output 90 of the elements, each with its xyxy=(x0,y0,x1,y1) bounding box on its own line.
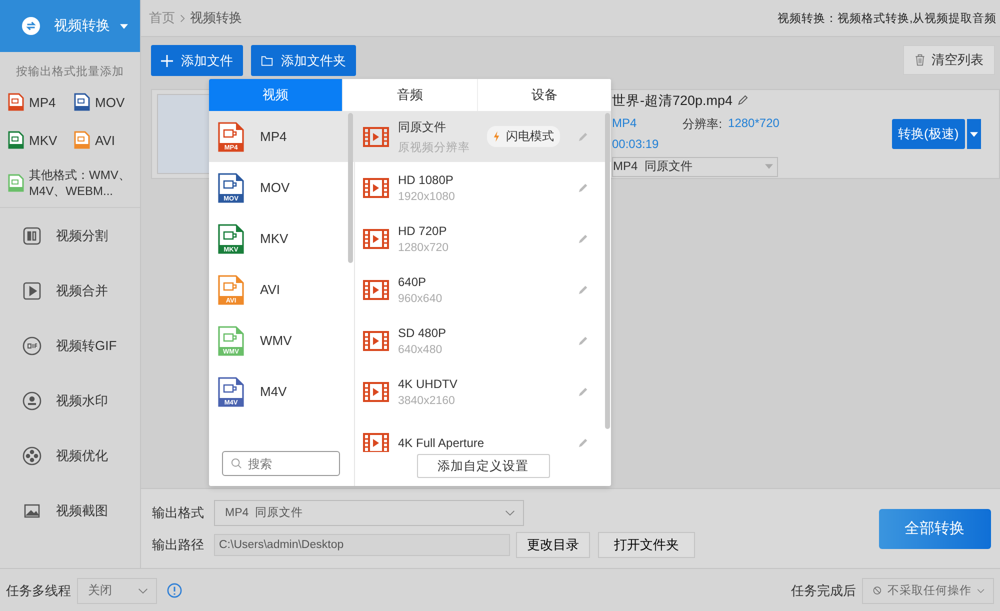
split-icon xyxy=(22,226,42,246)
caret-icon xyxy=(765,164,773,169)
tool-item[interactable]: 视频转GIF xyxy=(0,318,140,373)
format-shortcut[interactable]: MP4 xyxy=(8,93,74,111)
file-duration: 00:03:19 xyxy=(612,136,660,150)
caret-icon xyxy=(120,24,128,28)
change-directory-button[interactable]: 更改目录 xyxy=(516,532,590,558)
after-task-label: 任务完成后 xyxy=(791,582,856,600)
output-format-select[interactable]: MP4 同原文件 xyxy=(612,156,778,176)
film-icon xyxy=(363,178,389,198)
optimize-icon xyxy=(22,446,42,466)
chevron-icon xyxy=(180,14,185,22)
info-icon[interactable] xyxy=(167,583,182,598)
preset-name: 640P xyxy=(398,274,428,288)
convert-all-button[interactable]: 全部转换 xyxy=(878,508,991,548)
output-format-dropdown[interactable]: MP4 同原文件 xyxy=(214,500,524,526)
format-shortcut[interactable]: AVI xyxy=(74,131,140,149)
clear-list-button[interactable]: 清空列表 xyxy=(902,45,995,75)
preset-item[interactable]: 640P 960x640 xyxy=(355,264,611,315)
tool-item[interactable]: 视频截图 xyxy=(0,483,140,538)
preset-item[interactable]: 4K Full Aperture xyxy=(355,417,611,452)
tool-item[interactable]: 视频水印 xyxy=(0,373,140,428)
prohibited-icon xyxy=(873,585,882,596)
preset-item[interactable]: SD 480P 640x480 xyxy=(355,315,611,366)
preset-resolution: 640x480 xyxy=(398,344,444,356)
format-tab[interactable]: 音频 xyxy=(342,79,477,111)
search-icon xyxy=(231,458,242,469)
preset-name: 4K Full Aperture xyxy=(398,436,484,450)
folder-icon xyxy=(261,54,273,66)
film-icon xyxy=(363,126,389,146)
preset-name: HD 720P xyxy=(398,224,448,238)
film-icon xyxy=(363,330,389,350)
swap-icon xyxy=(22,17,40,35)
multithread-label: 任务多线程 xyxy=(6,582,71,600)
tool-item[interactable]: 视频分割 xyxy=(0,208,140,263)
breadcrumb-current: 视频转换 xyxy=(190,9,242,27)
search-field[interactable]: 搜索 xyxy=(222,451,340,476)
preset-item[interactable]: 4K UHDTV 3840x2160 xyxy=(355,366,611,417)
film-icon xyxy=(363,280,389,300)
preset-resolution: 960x640 xyxy=(398,292,442,304)
convert-button[interactable]: 转换(极速) xyxy=(892,119,965,149)
tool-item[interactable]: 视频优化 xyxy=(0,428,140,483)
multithread-dropdown[interactable]: 关闭 xyxy=(77,578,157,604)
preset-item[interactable]: 同原文件 原视频分辨率 闪电模式 xyxy=(355,111,611,162)
page-description: 视频转换：视频格式转换,从视频提取音频 xyxy=(777,11,997,26)
preset-item[interactable]: HD 1080P 1920x1080 xyxy=(355,162,611,213)
output-format-label: 输出格式 xyxy=(152,504,205,522)
file-name: 世界-超清720p.mp4 xyxy=(612,92,733,110)
preset-name: HD 1080P xyxy=(398,172,454,186)
caret-icon xyxy=(970,132,978,136)
chevron-down-icon xyxy=(977,588,985,594)
tool-item[interactable]: 视频合并 xyxy=(0,263,140,318)
gif-icon xyxy=(22,336,42,356)
output-path-label: 输出路径 xyxy=(152,536,205,554)
add-folder-button[interactable]: 添加文件夹 xyxy=(251,45,356,76)
format-tab[interactable]: 设备 xyxy=(476,79,611,111)
format-shortcut[interactable]: MOV xyxy=(74,93,140,111)
batch-hint: 按输出格式批量添加 xyxy=(15,64,125,79)
open-folder-button[interactable]: 打开文件夹 xyxy=(598,532,695,558)
film-icon xyxy=(363,228,389,248)
module-menu[interactable]: 视频转换 xyxy=(0,0,140,52)
file-resolution: 1280*720 xyxy=(728,116,780,132)
file-format: MP4 xyxy=(612,116,637,132)
preset-resolution: 1280x720 xyxy=(398,242,449,254)
other-formats[interactable]: 其他格式：WMV、M4V、WEBM... xyxy=(0,149,140,208)
preset-resolution: 原视频分辨率 xyxy=(398,140,470,154)
merge-icon xyxy=(22,280,42,300)
resolution-label: 分辨率: xyxy=(682,116,722,132)
pencil-icon[interactable] xyxy=(736,95,748,106)
add-file-button[interactable]: 添加文件 xyxy=(151,45,243,76)
after-task-dropdown[interactable]: 不采取任何操作 xyxy=(862,578,994,604)
film-icon xyxy=(363,382,389,402)
chevron-down-icon xyxy=(505,510,515,516)
flash-mode-badge: 闪电模式 xyxy=(487,126,560,147)
chevron-down-icon xyxy=(138,588,148,594)
film-icon xyxy=(363,432,389,452)
convert-options-button[interactable] xyxy=(966,119,981,149)
preset-resolution: 1920x1080 xyxy=(398,190,455,202)
preset-name: 同原文件 xyxy=(398,118,447,136)
preset-name: 4K UHDTV xyxy=(398,376,458,390)
watermark-icon xyxy=(22,390,42,410)
format-tab[interactable]: 视频 xyxy=(209,79,342,111)
plus-icon xyxy=(161,54,173,66)
preset-item[interactable]: HD 720P 1280x720 xyxy=(355,213,611,264)
preset-resolution: 3840x2160 xyxy=(398,394,456,406)
output-path-field[interactable]: C:\Users\admin\Desktop xyxy=(214,534,510,556)
format-shortcut[interactable]: MKV xyxy=(8,131,74,149)
trash-icon xyxy=(914,54,926,66)
add-custom-button[interactable]: 添加自定义设置 xyxy=(416,454,550,478)
preset-name: SD 480P xyxy=(398,326,446,340)
